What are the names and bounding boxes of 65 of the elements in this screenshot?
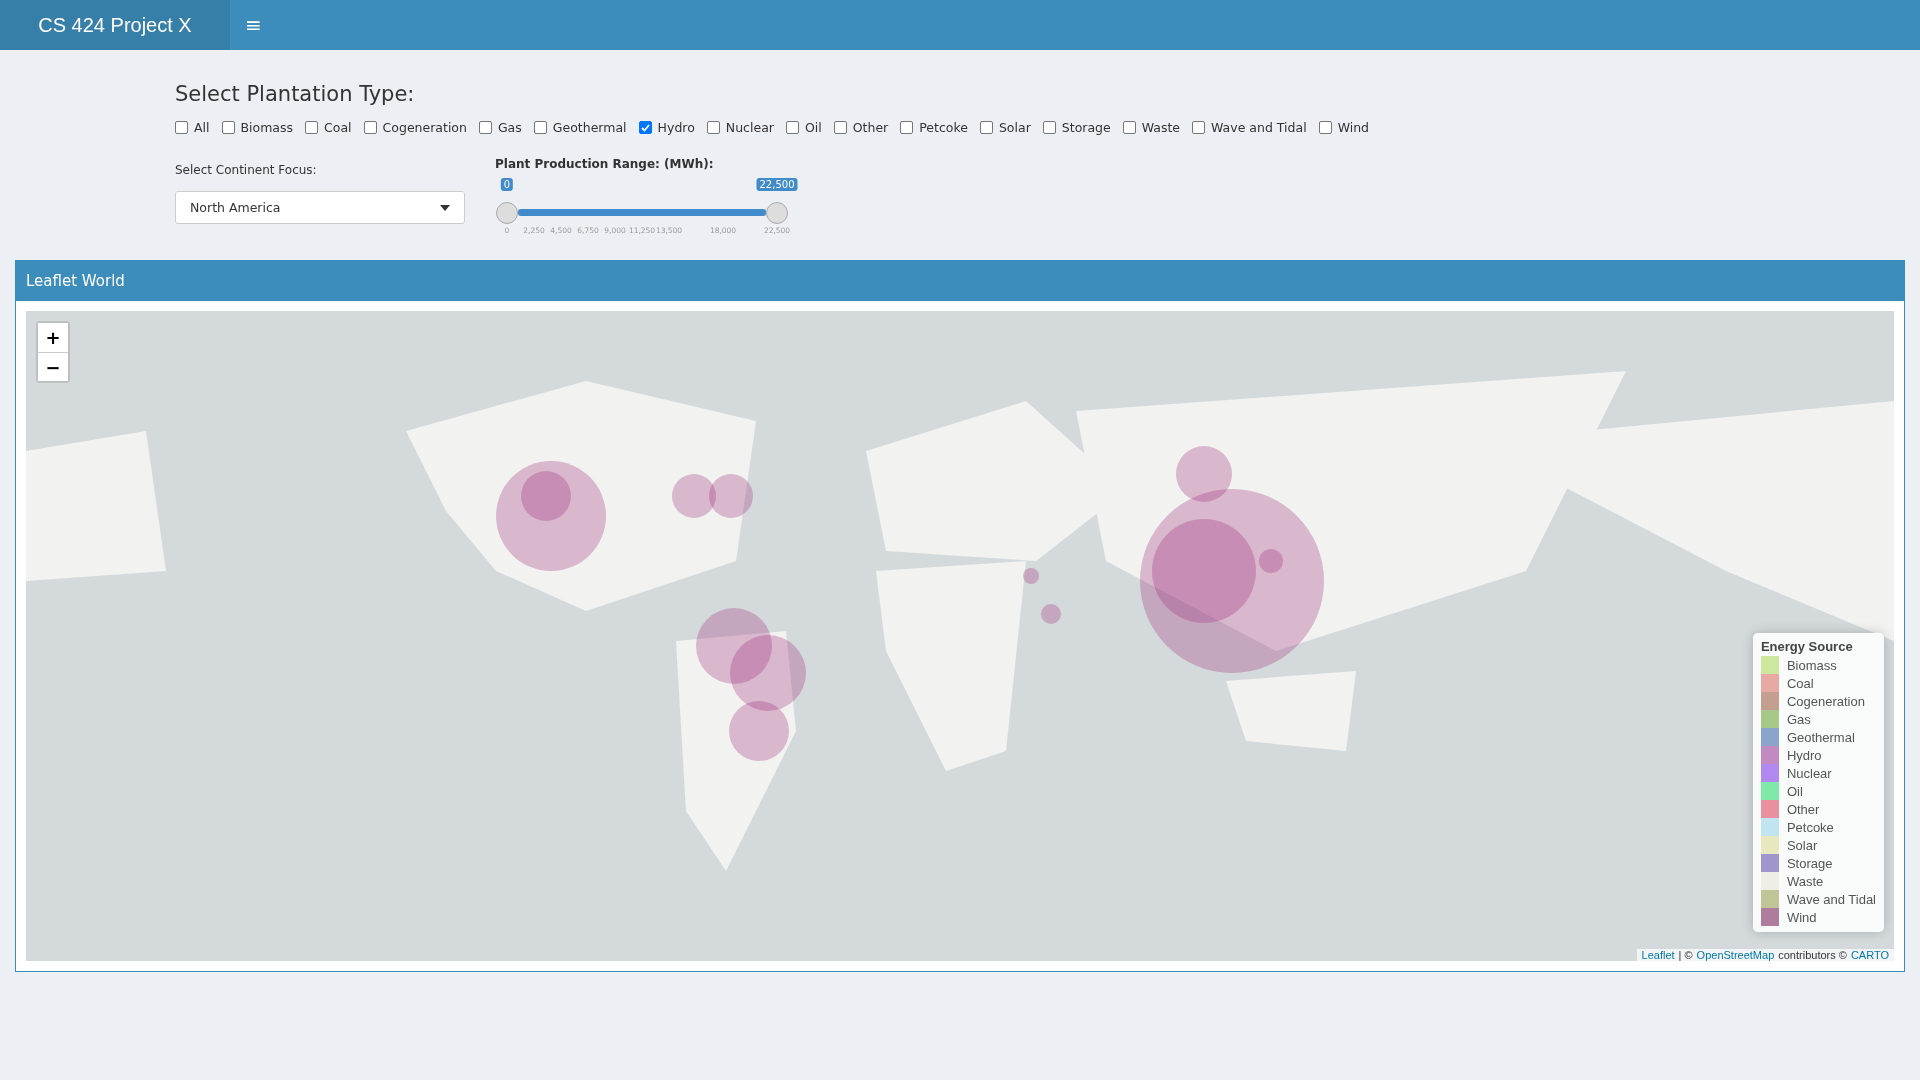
checkbox-label: Biomass — [240, 120, 294, 135]
legend-label: Other — [1786, 801, 1820, 817]
legend-label: Hydro — [1786, 747, 1822, 763]
legend-label: Solar — [1786, 837, 1818, 853]
slider-handle[interactable] — [766, 202, 788, 224]
checkbox[interactable] — [478, 121, 492, 134]
section-heading: Select Plantation Type: — [175, 82, 416, 106]
checkbox[interactable] — [1192, 121, 1206, 134]
checkbox-label: Other — [852, 120, 889, 135]
checkbox-label: Geothermal — [552, 120, 627, 135]
checkbox-label: Solar — [998, 120, 1031, 135]
slider-handle[interactable] — [496, 202, 518, 224]
attribution-link[interactable]: Leaflet — [1641, 949, 1675, 961]
checkbox[interactable] — [1122, 121, 1136, 134]
checkbox[interactable] — [900, 121, 914, 134]
checkbox[interactable] — [979, 121, 993, 134]
attribution-text: | © — [1678, 949, 1693, 961]
legend-label: Geothermal — [1786, 729, 1855, 745]
checkbox-label: Petcoke — [919, 120, 968, 135]
legend-label: Biomass — [1786, 657, 1837, 673]
checkbox-label: Waste — [1141, 120, 1181, 135]
panel-title: Leaflet World — [16, 261, 1904, 301]
checkbox[interactable] — [785, 121, 799, 134]
checkbox-label: Coal — [324, 120, 352, 135]
min-value-tag: 0 — [500, 178, 514, 191]
checkbox-label: Hydro — [657, 120, 695, 135]
max-value-tag: 22,500 — [756, 178, 798, 191]
app-title: CS 424 Project X — [0, 0, 230, 50]
legend-label: Gas — [1786, 711, 1811, 727]
caret-icon — [440, 204, 450, 211]
zoom-out-button[interactable]: − — [38, 352, 68, 381]
checkbox[interactable] — [221, 121, 235, 134]
checkbox-label: Cogeneration — [382, 120, 467, 135]
legend-title: Energy Source — [1760, 639, 1854, 654]
checkbox[interactable] — [706, 121, 720, 134]
attribution-link[interactable]: OpenStreetMap — [1696, 949, 1775, 961]
legend-label: Wave and Tidal — [1786, 891, 1876, 907]
legend-label: Waste — [1786, 873, 1824, 889]
checkbox-label: Gas — [497, 120, 522, 135]
checkbox[interactable] — [833, 121, 847, 134]
checkbox-label: All — [194, 120, 210, 135]
checkbox-label: Oil — [804, 120, 822, 135]
legend-label: Wind — [1786, 909, 1817, 925]
slider-label: Plant Production Range: (MWh): — [495, 157, 714, 171]
legend-label: Petcoke — [1786, 819, 1834, 835]
checkbox[interactable] — [363, 121, 377, 134]
legend-label: Oil — [1786, 783, 1803, 799]
attribution-link[interactable]: CARTO — [1850, 949, 1889, 961]
legend-label: Cogeneration — [1786, 693, 1865, 709]
checkbox[interactable] — [533, 121, 547, 134]
checkbox[interactable] — [638, 121, 652, 134]
continent-dropdown[interactable]: North America — [175, 191, 465, 224]
checkbox-label: Nuclear — [725, 120, 774, 135]
checkbox-label: Storage — [1061, 120, 1111, 135]
checkbox-label: Wind — [1337, 120, 1370, 135]
checkbox[interactable] — [1042, 121, 1056, 134]
checkbox[interactable] — [175, 121, 188, 134]
legend-label: Storage — [1786, 855, 1833, 871]
checkbox[interactable] — [1318, 121, 1332, 134]
checkbox[interactable] — [305, 121, 319, 134]
attribution-text: contributors © — [1778, 949, 1847, 961]
legend-label: Nuclear — [1786, 765, 1832, 781]
checkbox-label: Wave and Tidal — [1211, 120, 1307, 135]
legend-label: Coal — [1786, 675, 1814, 691]
field-label: Select Continent Focus: — [175, 163, 318, 177]
